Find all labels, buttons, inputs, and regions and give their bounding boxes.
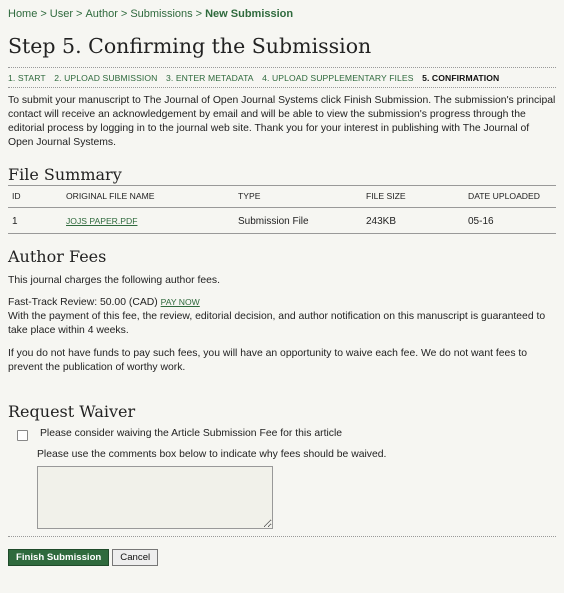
file-summary-heading: File Summary [8,165,122,184]
waiver-checkbox[interactable] [17,430,28,441]
breadcrumb-separator: > [40,8,47,20]
cell-name: JOJS PAPER.PDF [62,208,234,234]
intro-text: To submit your manuscript to The Journal… [8,95,556,148]
waiver-checkbox-row: Please consider waiving the Article Subm… [8,427,556,441]
column-header-name: Original file name [66,191,155,201]
step-navigation: 1. Start 2. Upload Submission 3. Enter M… [8,67,556,88]
cell-id: 1 [12,216,18,227]
table-row: 1 JOJS PAPER.PDF Submission File 243KB 0… [8,208,556,234]
cell-type: Submission File [238,216,309,227]
fee-label: Fast-Track Review: 50.00 (CAD) [8,297,158,308]
breadcrumb-home[interactable]: Home [8,8,37,20]
breadcrumb-user[interactable]: User [50,8,73,20]
breadcrumb-separator: > [195,8,203,20]
breadcrumb-separator: > [76,8,83,20]
fee-description: With the payment of this fee, the review… [8,311,546,336]
file-link[interactable]: JOJS PAPER.PDF [66,216,137,226]
step-confirmation: 5. Confirmation [422,73,500,83]
step-enter-metadata[interactable]: 3. Enter Metadata [166,73,254,83]
breadcrumb-separator: > [120,8,128,20]
page-content: Home > User > Author > Submissions > New Submiss… [0,0,564,566]
cell-size: 243KB [366,216,397,227]
fee-item: Fast-Track Review: 50.00 (CAD) PAY NOW W… [8,295,556,338]
column-header-date: Date Uploaded [468,191,540,201]
breadcrumb-submissions[interactable]: Submissions [130,8,192,20]
finish-submission-button[interactable]: Finish Submission [8,549,110,566]
comments-instruction: Please use the comments box below to ind… [37,449,387,460]
waiver-comments-textarea[interactable] [37,466,273,529]
page-title: Step 5. Confirming the Submission [8,34,372,58]
column-header-type: Type [238,191,261,201]
fees-intro: This journal charges the following autho… [8,275,220,286]
waiver-checkbox-label[interactable]: Please consider waiving the Article Subm… [40,427,342,441]
table-header-row: ID Original file name Type File Size Dat… [8,185,556,208]
breadcrumb: Home > User > Author > Submissions > New Submiss… [8,0,556,21]
author-fees-heading: Author Fees [8,247,107,266]
step-upload-submission[interactable]: 2. Upload Submission [54,73,157,83]
pay-now-link[interactable]: PAY NOW [161,297,200,307]
waive-note: If you do not have funds to pay such fee… [8,348,528,373]
column-header-size: File Size [366,191,406,201]
breadcrumb-current[interactable]: New Submission [205,8,293,20]
form-actions: Finish Submission Cancel [8,549,556,566]
column-header-id: ID [12,191,21,201]
step-start[interactable]: 1. Start [8,73,46,83]
cell-date: 05-16 [468,216,494,227]
request-waiver-heading: Request Waiver [8,402,136,421]
breadcrumb-author[interactable]: Author [85,8,117,20]
file-summary-table: ID Original file name Type File Size Dat… [8,185,556,234]
step-upload-supplementary[interactable]: 4. Upload Supplementary Files [262,73,413,83]
cancel-button[interactable]: Cancel [112,549,159,566]
divider [8,536,556,537]
